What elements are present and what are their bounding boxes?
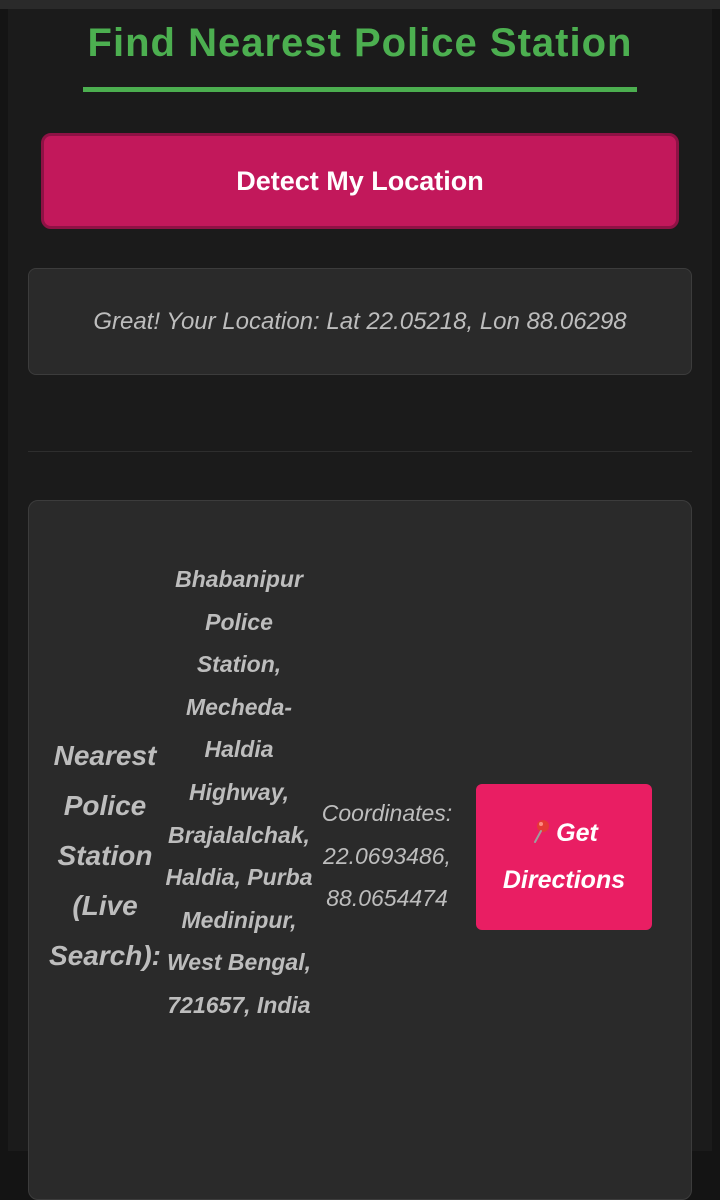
station-address: Bhabanipur Police Station, Mecheda-Haldi… (165, 566, 313, 1018)
page-container: Find Nearest Police Station Detect My Lo… (8, 9, 712, 1200)
result-label: Nearest Police Station (Live Search): (48, 740, 162, 971)
top-status-strip (0, 0, 720, 9)
station-coordinates: Coordinates: 22.0693486, 88.0654474 (321, 800, 453, 912)
section-divider (28, 451, 692, 452)
nearest-station-card: Nearest Police Station (Live Search): Bh… (28, 500, 692, 1200)
location-status-box: Great! Your Location: Lat 22.05218, Lon … (28, 268, 692, 375)
page-title: Find Nearest Police Station (87, 21, 633, 65)
title-underline (83, 87, 637, 92)
detect-location-button[interactable]: Detect My Location (41, 133, 679, 229)
location-status-text: Great! Your Location: Lat 22.05218, Lon … (93, 307, 627, 335)
get-directions-button[interactable]: Get Directions (476, 784, 652, 930)
get-directions-label: Get Directions (502, 819, 626, 894)
map-pin-icon (534, 820, 550, 843)
